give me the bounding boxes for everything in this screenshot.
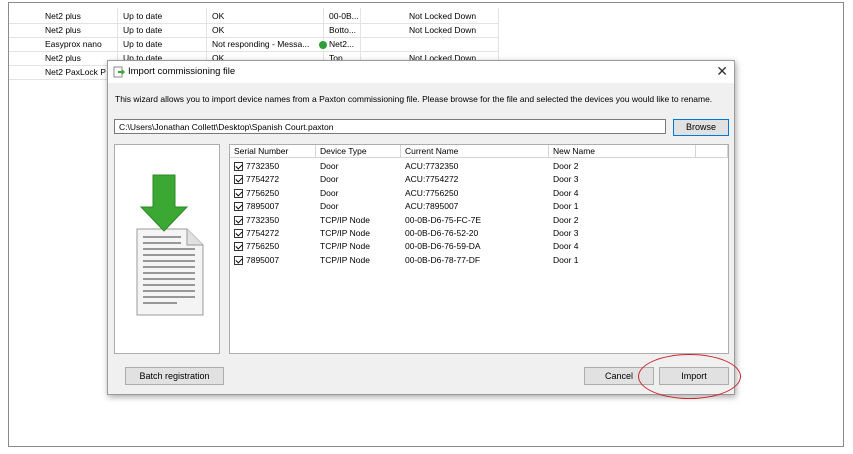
wizard-illustration-pane — [114, 144, 220, 354]
row-checkbox[interactable] — [234, 188, 243, 198]
new-name: Door 2 — [553, 214, 579, 225]
row-checkbox[interactable] — [234, 162, 243, 171]
current-name: ACU:7756250 — [405, 187, 459, 198]
device-list[interactable]: Serial Number Device Type Current Name N… — [229, 144, 729, 354]
import-wizard-icon — [113, 66, 125, 78]
device-type: TCP/IP Node — [320, 254, 370, 265]
device-state: OK — [212, 11, 225, 21]
device-status: Up to date — [123, 11, 163, 21]
device-row[interactable]: 7756250 Door ACU:7756250 Door 4 — [230, 187, 728, 200]
device-type: Door — [320, 187, 339, 198]
background-list-row[interactable]: Net2 plus Up to date OK 00-0B... Not Loc… — [9, 9, 499, 24]
device-state: Not responding - Messa... — [212, 39, 310, 49]
device-address: Net2... — [329, 39, 355, 49]
row-checkbox[interactable] — [234, 242, 243, 252]
device-address: Botto... — [329, 25, 356, 35]
device-type: TCP/IP Node — [320, 241, 370, 252]
row-checkbox[interactable] — [234, 175, 243, 185]
import-commissioning-dialog: Import commissioning file ✕ This wizard … — [107, 60, 735, 395]
device-row[interactable]: 7754272 TCP/IP Node 00-0B-D6-76-52-20 Do… — [230, 227, 728, 240]
background-list-row[interactable]: Easyprox nano Up to date Not responding … — [9, 37, 499, 52]
file-path-input[interactable] — [114, 119, 666, 134]
current-name: ACU:7895007 — [405, 201, 459, 212]
serial-number: 7754272 — [246, 174, 280, 185]
serial-number: 7732350 — [246, 161, 280, 171]
serial-number: 7895007 — [246, 254, 280, 265]
device-name: Net2 plus — [45, 25, 81, 35]
device-lock-status: Not Locked Down — [409, 11, 477, 21]
browse-button[interactable]: Browse — [673, 119, 729, 136]
device-status: Up to date — [123, 39, 163, 49]
column-header-current-name[interactable]: Current Name — [401, 145, 549, 158]
dialog-title: Import commissioning file — [128, 66, 236, 77]
device-row[interactable]: 7756250 TCP/IP Node 00-0B-D6-76-59-DA Do… — [230, 240, 728, 253]
current-name: ACU:7754272 — [405, 174, 459, 185]
new-name: Door 3 — [553, 228, 579, 238]
device-type: TCP/IP Node — [320, 228, 370, 238]
download-document-icon — [136, 174, 204, 316]
wizard-intro-text: This wizard allows you to import device … — [115, 94, 713, 104]
new-name: Door 1 — [553, 254, 579, 265]
device-type: Door — [320, 201, 339, 212]
device-type: TCP/IP Node — [320, 214, 370, 225]
device-lock-status: Not Locked Down — [409, 25, 477, 35]
row-checkbox[interactable] — [234, 255, 243, 265]
device-row[interactable]: 7732350 Door ACU:7732350 Door 2 — [230, 160, 728, 173]
device-row[interactable]: 7754272 Door ACU:7754272 Door 3 — [230, 173, 728, 186]
new-name: Door 4 — [553, 241, 579, 252]
serial-number: 7895007 — [246, 201, 280, 212]
device-row[interactable]: 7732350 TCP/IP Node 00-0B-D6-75-FC-7E Do… — [230, 214, 728, 227]
status-dot-icon — [319, 40, 327, 49]
current-name: ACU:7732350 — [405, 161, 459, 171]
column-header-filler — [696, 145, 728, 158]
close-icon[interactable]: ✕ — [716, 63, 728, 79]
new-name: Door 2 — [553, 161, 579, 171]
background-list-row[interactable]: Net2 plus Up to date OK Botto... Not Loc… — [9, 23, 499, 38]
device-state: OK — [212, 25, 225, 35]
device-address-cell: Net2... — [319, 37, 369, 51]
new-name: Door 3 — [553, 174, 579, 185]
device-address: 00-0B... — [329, 11, 359, 21]
device-status: Up to date — [123, 25, 163, 35]
serial-number: 7756250 — [246, 241, 280, 252]
current-name: 00-0B-D6-76-52-20 — [405, 228, 479, 238]
device-row[interactable]: 7895007 TCP/IP Node 00-0B-D6-78-77-DF Do… — [230, 254, 728, 267]
device-name: Easyprox nano — [45, 39, 102, 49]
new-name: Door 4 — [553, 187, 579, 198]
serial-number: 7754272 — [246, 228, 280, 238]
device-type: Door — [320, 174, 339, 185]
device-row[interactable]: 7895007 Door ACU:7895007 Door 1 — [230, 200, 728, 213]
row-checkbox[interactable] — [234, 229, 243, 238]
column-header-new-name[interactable]: New Name — [549, 145, 696, 158]
dialog-title-bar[interactable]: Import commissioning file ✕ — [108, 61, 734, 83]
current-name: 00-0B-D6-75-FC-7E — [405, 214, 482, 225]
import-highlight-ellipse — [638, 354, 741, 399]
serial-number: 7732350 — [246, 214, 280, 225]
device-list-header: Serial Number Device Type Current Name N… — [230, 145, 728, 159]
row-checkbox[interactable] — [234, 215, 243, 225]
new-name: Door 1 — [553, 201, 579, 212]
column-header-serial[interactable]: Serial Number — [230, 145, 316, 158]
row-checkbox[interactable] — [234, 202, 243, 212]
serial-number: 7756250 — [246, 187, 280, 198]
batch-registration-button[interactable]: Batch registration — [125, 367, 224, 385]
device-type: Door — [320, 161, 339, 171]
device-name: Net2 plus — [45, 11, 81, 21]
current-name: 00-0B-D6-78-77-DF — [405, 254, 481, 265]
current-name: 00-0B-D6-76-59-DA — [405, 241, 481, 252]
column-header-device-type[interactable]: Device Type — [316, 145, 401, 158]
